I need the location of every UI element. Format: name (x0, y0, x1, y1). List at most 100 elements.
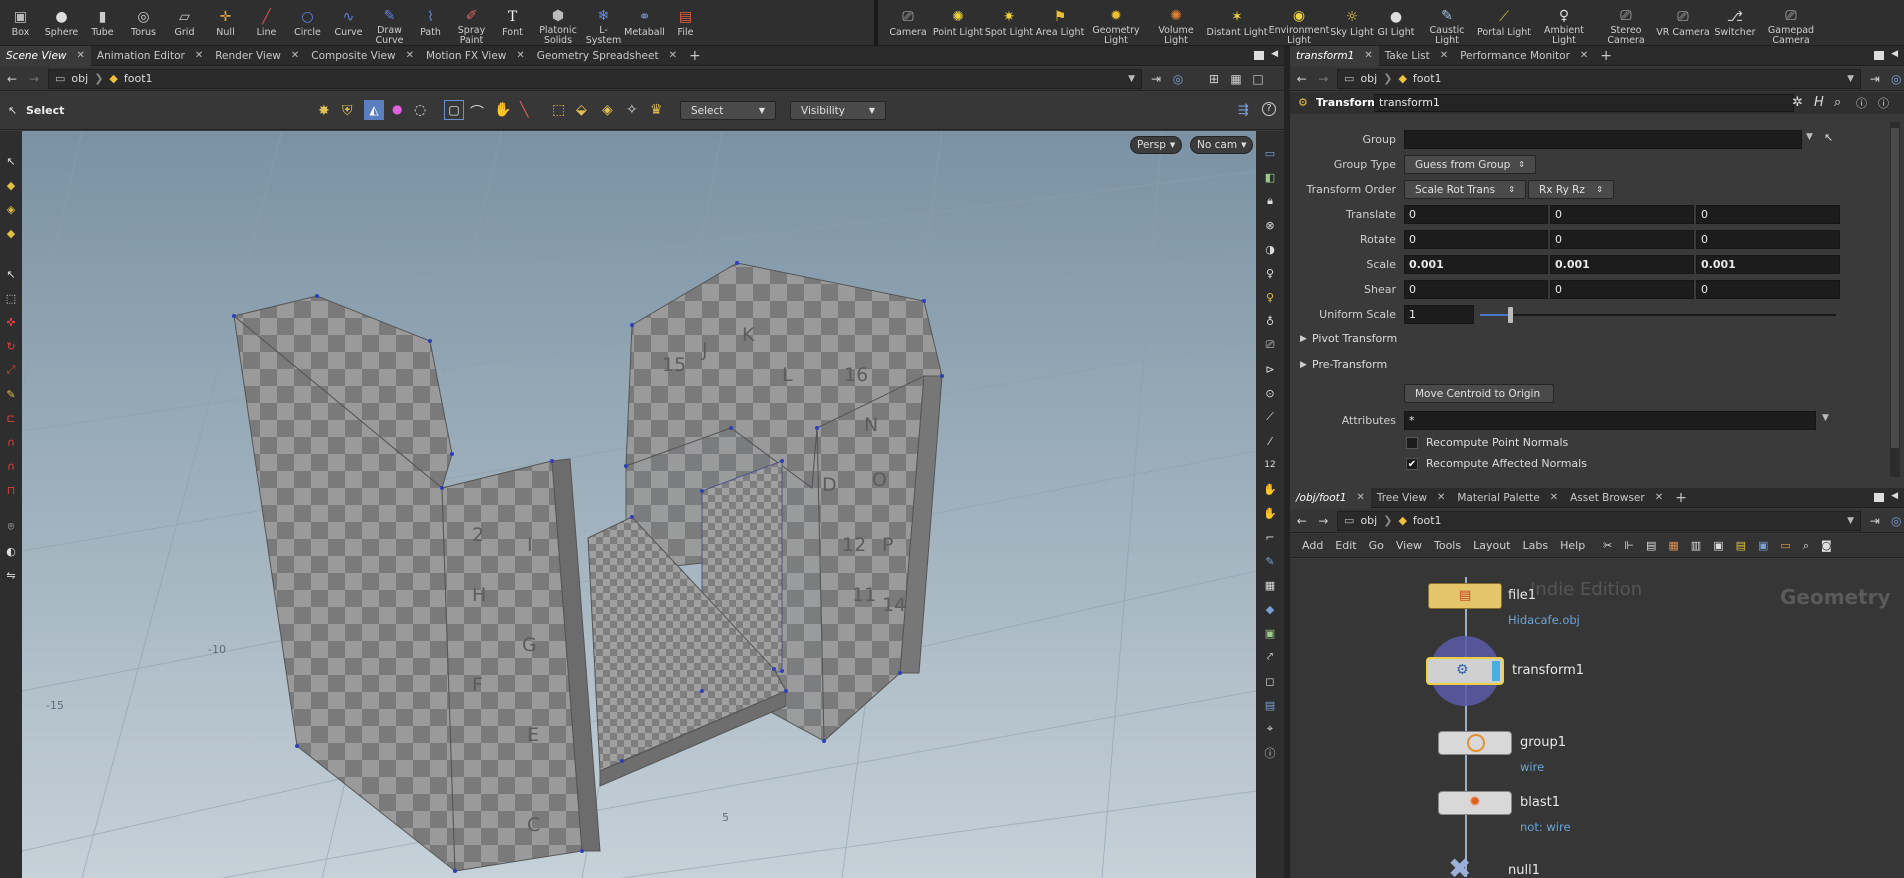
shelf-tool-geometry-light[interactable]: ✹ Geometry Light (1086, 0, 1146, 45)
shelf-tool-ambient-light[interactable]: ♀ Ambient Light (1532, 0, 1596, 45)
light-bulb-yellow-icon[interactable]: ♀ (1261, 288, 1279, 306)
headlight-icon[interactable]: ♁ (1261, 312, 1279, 330)
select-dropdown[interactable]: Select ▼ (680, 101, 776, 120)
shelf-tool-environment-light[interactable]: ◉ Environment Light (1268, 0, 1330, 45)
parameter-path-field[interactable]: ▭ obj ❯ ◆ foot1 ▼ (1337, 68, 1861, 89)
tab-tree-view[interactable]: Tree View ✕ (1371, 488, 1452, 508)
scene-viewport[interactable]: 15 J K L 16 N O P D H G F E C I 2 11 12 … (22, 131, 1256, 878)
paint-select-icon[interactable]: ✋ (494, 102, 511, 118)
parameter-scroll-thumb[interactable] (1891, 128, 1899, 448)
shelf-tool-point-light[interactable]: ✺ Point Light (932, 0, 984, 45)
back-arrow-icon[interactable]: ← (1294, 511, 1310, 531)
template-icon[interactable]: ⊗ (1261, 216, 1279, 234)
tab-take-list[interactable]: Take List ✕ (1379, 46, 1454, 66)
lock-icon[interactable]: 🔒︎ (1261, 192, 1279, 210)
scale-y-field[interactable]: 0.001 (1550, 255, 1694, 274)
box-display-icon[interactable]: ◆ (1261, 600, 1279, 618)
table-icon[interactable]: ▥ (1691, 539, 1701, 552)
pose-icon[interactable]: ⬚ (2, 289, 20, 307)
close-icon[interactable]: ✕ (406, 50, 414, 61)
menu-layout[interactable]: Layout (1473, 539, 1510, 552)
checker-icon[interactable]: ▦ (1261, 576, 1279, 594)
shelf-tool-font[interactable]: T Font (492, 0, 533, 45)
shear-x-field[interactable]: 0 (1404, 280, 1548, 299)
gear-icon[interactable]: ✲ (1792, 95, 1803, 110)
close-icon[interactable]: ✕ (516, 50, 524, 61)
render-region-icon[interactable]: ▤ (1261, 696, 1279, 714)
background-icon[interactable]: ◻ (1261, 672, 1279, 690)
recompute-point-normals-checkbox[interactable] (1406, 437, 1418, 449)
select-whole-icon[interactable]: ⬙ (576, 102, 587, 118)
tab-render-view[interactable]: Render View ✕ (209, 46, 305, 66)
path-root[interactable]: obj (1360, 514, 1377, 527)
list-icon[interactable]: ▤ (1646, 539, 1656, 552)
shear-z-field[interactable]: 0 (1696, 280, 1840, 299)
number-display-icon[interactable]: 12 (1261, 456, 1279, 474)
close-icon[interactable]: ✕ (1580, 50, 1588, 61)
pin-icon[interactable]: ⇥ (1867, 69, 1883, 89)
search-icon[interactable]: ⌕ (1834, 95, 1841, 110)
help-icon[interactable]: ? (1262, 102, 1276, 116)
tab-composite-view[interactable]: Composite View ✕ (305, 46, 420, 66)
menu-tools[interactable]: Tools (1434, 539, 1461, 552)
path-root[interactable]: obj (71, 72, 88, 85)
visibility-dropdown[interactable]: Visibility ▼ (790, 101, 886, 120)
menu-add[interactable]: Add (1302, 539, 1323, 552)
maximize-icon[interactable] (1874, 493, 1884, 502)
link-icon[interactable]: ◎ (1889, 511, 1904, 531)
pane-menu-icon[interactable]: ◀ (1271, 49, 1278, 59)
tree-layout-icon[interactable]: ⊩ (1624, 539, 1634, 552)
rotate-y-field[interactable]: 0 (1550, 230, 1694, 249)
close-icon[interactable]: ✕ (1440, 50, 1448, 61)
light-bulb-icon[interactable]: ♀ (1261, 264, 1279, 282)
shelf-tool-platonic-solids[interactable]: ⬢ Platonic Solids (533, 0, 583, 45)
transform-red-icon[interactable]: ✜ (2, 313, 20, 331)
path-field[interactable]: ▭ obj ❯ ◆ foot1 ▼ (48, 68, 1142, 89)
shelf-tool-grid[interactable]: ▱ Grid (164, 0, 205, 45)
pivot-transform-folder[interactable]: Pivot Transform (1312, 332, 1397, 345)
node-file1[interactable]: ▤ (1428, 583, 1502, 609)
display-flag-icon[interactable] (1492, 661, 1500, 681)
display-options-icon[interactable]: ⇶ (1238, 103, 1249, 118)
shelf-tool-camera[interactable]: ⎚ Camera (884, 0, 932, 45)
camera-snapshot-icon[interactable]: ◙ (1821, 539, 1832, 552)
close-icon[interactable]: ✕ (1437, 492, 1445, 503)
back-arrow-icon[interactable]: ← (1294, 69, 1310, 89)
viewport-layout-icon[interactable]: ▭ (1261, 144, 1279, 162)
select-visible-icon[interactable]: ✧ (626, 102, 638, 118)
shelf-tool-caustic-light[interactable]: ✎ Caustic Light (1418, 0, 1476, 45)
tab-asset-browser[interactable]: Asset Browser ✕ (1564, 488, 1669, 508)
profile-icon[interactable]: ✋ (1261, 504, 1279, 522)
brush-icon[interactable]: ✎ (2, 385, 20, 403)
scale-z-field[interactable]: 0.001 (1696, 255, 1840, 274)
magnet-snap-icon[interactable]: ∩ (2, 457, 20, 475)
hull-icon[interactable]: ✋ (1261, 480, 1279, 498)
snap-icon[interactable]: ✸ (318, 103, 330, 119)
shelf-tool-null[interactable]: ✛ Null (205, 0, 246, 45)
translate-y-field[interactable]: 0 (1550, 205, 1694, 224)
flip-icon[interactable]: ⇋ (2, 566, 20, 584)
tab-geometry-spreadsheet[interactable]: Geometry Spreadsheet ✕ (531, 46, 683, 66)
pane-menu-icon[interactable]: ◀ (1891, 491, 1898, 501)
scale-x-field[interactable]: 0.001 (1404, 255, 1548, 274)
uv-icon[interactable]: ⌐ (1261, 528, 1279, 546)
add-tab-button[interactable]: + (1594, 46, 1618, 66)
viewport-canvas[interactable]: 15 J K L 16 N O P D H G F E C I 2 11 12 … (22, 131, 1256, 878)
desktop-icon[interactable]: ⊞ (1206, 69, 1222, 89)
network-path-field[interactable]: ▭ obj ❯ ◆ foot1 ▼ (1337, 510, 1861, 531)
close-icon[interactable]: ✕ (1364, 50, 1372, 61)
group-type-menu[interactable]: Guess from Group ⇕ (1404, 155, 1536, 174)
camera-menu[interactable]: No cam ▼ (1190, 136, 1254, 154)
close-icon[interactable]: ✕ (669, 50, 677, 61)
shelf-tool-area-light[interactable]: ⚑ Area Light (1034, 0, 1086, 45)
tab-network-obj-foot1[interactable]: /obj/foot1 ✕ (1290, 487, 1371, 508)
shelf-tool-distant-light[interactable]: ✶ Distant Light (1206, 0, 1268, 45)
add-tab-button[interactable]: + (1669, 488, 1693, 508)
vector-display-icon[interactable]: ⁄ (1261, 432, 1279, 450)
tab-animation-editor[interactable]: Animation Editor ✕ (91, 46, 209, 66)
shelf-tool-volume-light[interactable]: ✺ Volume Light (1146, 0, 1206, 45)
flashlight-icon[interactable]: ⊳ (1261, 360, 1279, 378)
uniform-scale-slider-track[interactable] (1480, 314, 1836, 316)
recompute-affected-normals-checkbox[interactable]: ✔ (1406, 458, 1418, 470)
maximize-icon[interactable] (1254, 51, 1264, 60)
